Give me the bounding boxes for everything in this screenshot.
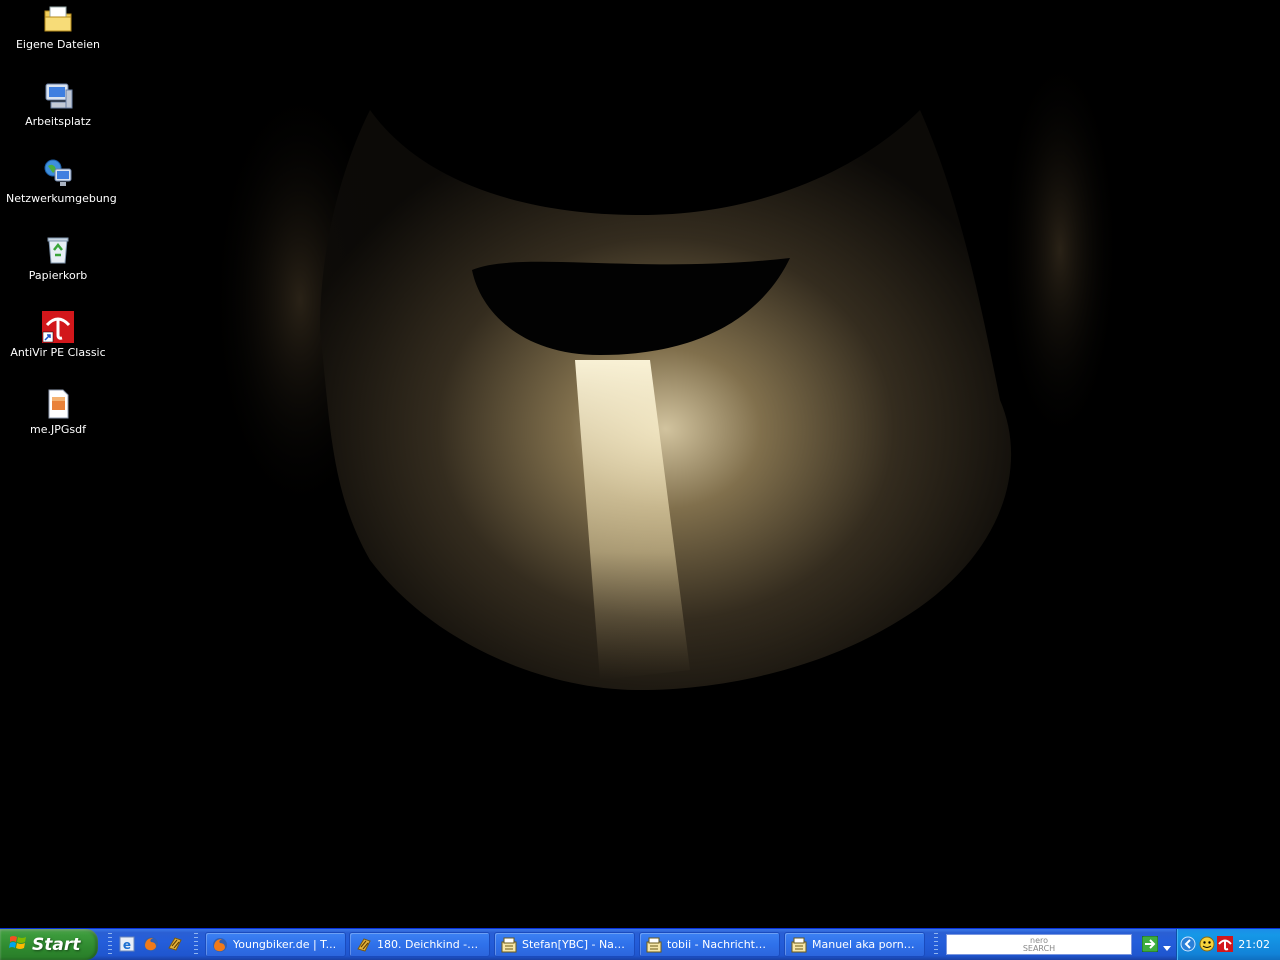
task-button-chat-tobii[interactable]: tobii - Nachrichten...: [639, 932, 780, 957]
task-button-label: 180. Deichkind - P...: [377, 938, 481, 951]
chat-icon: [791, 937, 807, 953]
taskbar: Start e Youngbiker.de | T... 180. Deichk…: [0, 928, 1280, 960]
chat-icon: [646, 937, 662, 953]
desktop-icon-label: AntiVir PE Classic: [10, 346, 106, 359]
chevron-left-icon[interactable]: [1180, 936, 1196, 952]
task-button-winamp[interactable]: 180. Deichkind - P...: [349, 932, 490, 957]
antivir-umbrella-icon: [41, 310, 75, 344]
desktop-icon-my-documents[interactable]: Eigene Dateien: [6, 2, 110, 74]
desktop-wallpaper: [0, 0, 1280, 928]
internet-explorer-icon[interactable]: e: [119, 936, 135, 952]
desktop-icon-network-places[interactable]: Netzwerkumgebung: [6, 156, 117, 228]
dropdown-arrow-icon[interactable]: [1162, 938, 1172, 951]
start-label: Start: [32, 934, 81, 955]
search-brand-text: SEARCH: [1022, 943, 1056, 953]
task-button-chat-manuel[interactable]: Manuel aka porno...: [784, 932, 925, 957]
desktop-icon-antivir[interactable]: AntiVir PE Classic: [6, 310, 110, 382]
chat-icon: [501, 937, 517, 953]
svg-text:e: e: [123, 938, 131, 952]
clock[interactable]: 21:02: [1238, 938, 1270, 951]
nero-search-logo: nero SEARCH: [1022, 936, 1056, 953]
smiley-icon[interactable]: [1199, 936, 1215, 952]
task-button-label: Youngbiker.de | T...: [233, 938, 337, 951]
toolbar-grip[interactable]: [108, 933, 112, 955]
my-computer-icon: [41, 79, 75, 113]
firefox-icon: [212, 937, 228, 953]
desktop-icon-me-jpgsdf[interactable]: me.JPGsdf: [6, 387, 110, 459]
desktop-icon-label: Arbeitsplatz: [25, 115, 91, 128]
windows-logo-icon: [9, 935, 27, 955]
wallpaper-mask-image: [210, 50, 1120, 690]
task-button-label: Stefan[YBC] - Nac...: [522, 938, 626, 951]
toolbar-grip[interactable]: [194, 933, 198, 955]
system-tray: 21:02: [1176, 929, 1280, 960]
desktop-icon-recycle-bin[interactable]: Papierkorb: [6, 233, 110, 305]
task-button-chat-stefan[interactable]: Stefan[YBC] - Nac...: [494, 932, 635, 957]
toolbar-grip[interactable]: [934, 933, 938, 955]
network-places-icon: [41, 156, 75, 190]
green-arrow-icon[interactable]: [1141, 935, 1159, 953]
task-button-label: Manuel aka porno...: [812, 938, 916, 951]
desktop-icon-label: Eigene Dateien: [15, 38, 101, 51]
task-button-youngbiker[interactable]: Youngbiker.de | T...: [205, 932, 346, 957]
desktop-icon-label: Papierkorb: [28, 269, 88, 282]
desktop-icon-my-computer[interactable]: Arbeitsplatz: [6, 79, 110, 151]
recycle-bin-icon: [41, 233, 75, 267]
nero-search-input[interactable]: nero SEARCH: [946, 934, 1132, 955]
antivir-tray-icon[interactable]: [1217, 936, 1233, 952]
desktop-icon-label: Netzwerkumgebung: [6, 192, 117, 205]
firefox-icon[interactable]: [143, 936, 159, 952]
my-documents-folder-icon: [41, 2, 75, 36]
start-button[interactable]: Start: [0, 929, 98, 960]
desktop-icon-label: me.JPGsdf: [30, 423, 86, 436]
task-button-label: tobii - Nachrichten...: [667, 938, 771, 951]
winamp-icon: [356, 937, 372, 953]
file-icon: [41, 387, 75, 421]
winamp-icon[interactable]: [167, 936, 183, 952]
